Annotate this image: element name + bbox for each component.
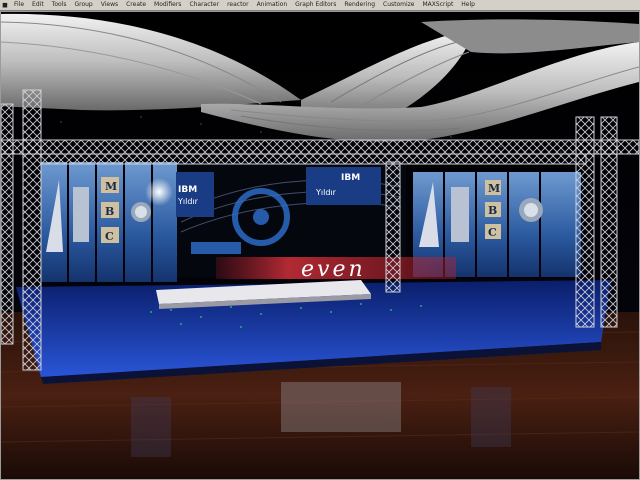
right-panel-letter-c: C — [488, 226, 497, 239]
system-menu-icon[interactable]: ◼ — [0, 0, 10, 10]
menu-item-create[interactable]: Create — [122, 0, 150, 10]
menu-item-rendering[interactable]: Rendering — [340, 0, 379, 10]
menu-item-file[interactable]: File — [10, 0, 28, 10]
menu-item-maxscript[interactable]: MAXScript — [419, 0, 458, 10]
right-panel-letter-b: B — [488, 204, 497, 217]
menu-item-animation[interactable]: Animation — [253, 0, 292, 10]
menu-item-group[interactable]: Group — [70, 0, 96, 10]
render-viewport[interactable]: M B C IBM Yıldır IBM Yıldır M B C even — [0, 11, 640, 480]
menu-item-customize[interactable]: Customize — [379, 0, 419, 10]
stage-render: M B C IBM Yıldır IBM Yıldır M B C even — [1, 12, 639, 479]
ibm-logo-right: IBM — [341, 173, 360, 183]
panel-letter-m: M — [105, 180, 117, 193]
right-banner-title: Yıldır — [315, 188, 337, 197]
menu-item-tools[interactable]: Tools — [48, 0, 71, 10]
panel-letter-c: C — [105, 230, 114, 243]
menu-item-views[interactable]: Views — [97, 0, 122, 10]
left-banner-title: Yıldır — [177, 197, 199, 206]
menu-item-graph-editors[interactable]: Graph Editors — [291, 0, 340, 10]
menu-item-edit[interactable]: Edit — [28, 0, 48, 10]
menu-item-modifiers[interactable]: Modifiers — [150, 0, 185, 10]
menu-item-character[interactable]: Character — [185, 0, 223, 10]
event-logo-text: even — [301, 257, 366, 282]
menu-item-help[interactable]: Help — [457, 0, 479, 10]
spotlight-glow — [145, 178, 173, 206]
panel-letter-b: B — [105, 205, 114, 218]
menu-bar: ◼ File Edit Tools Group Views Create Mod… — [0, 0, 640, 11]
ibm-logo-left: IBM — [178, 185, 197, 195]
menu-item-reactor[interactable]: reactor — [223, 0, 253, 10]
right-panel-letter-m: M — [488, 182, 500, 195]
